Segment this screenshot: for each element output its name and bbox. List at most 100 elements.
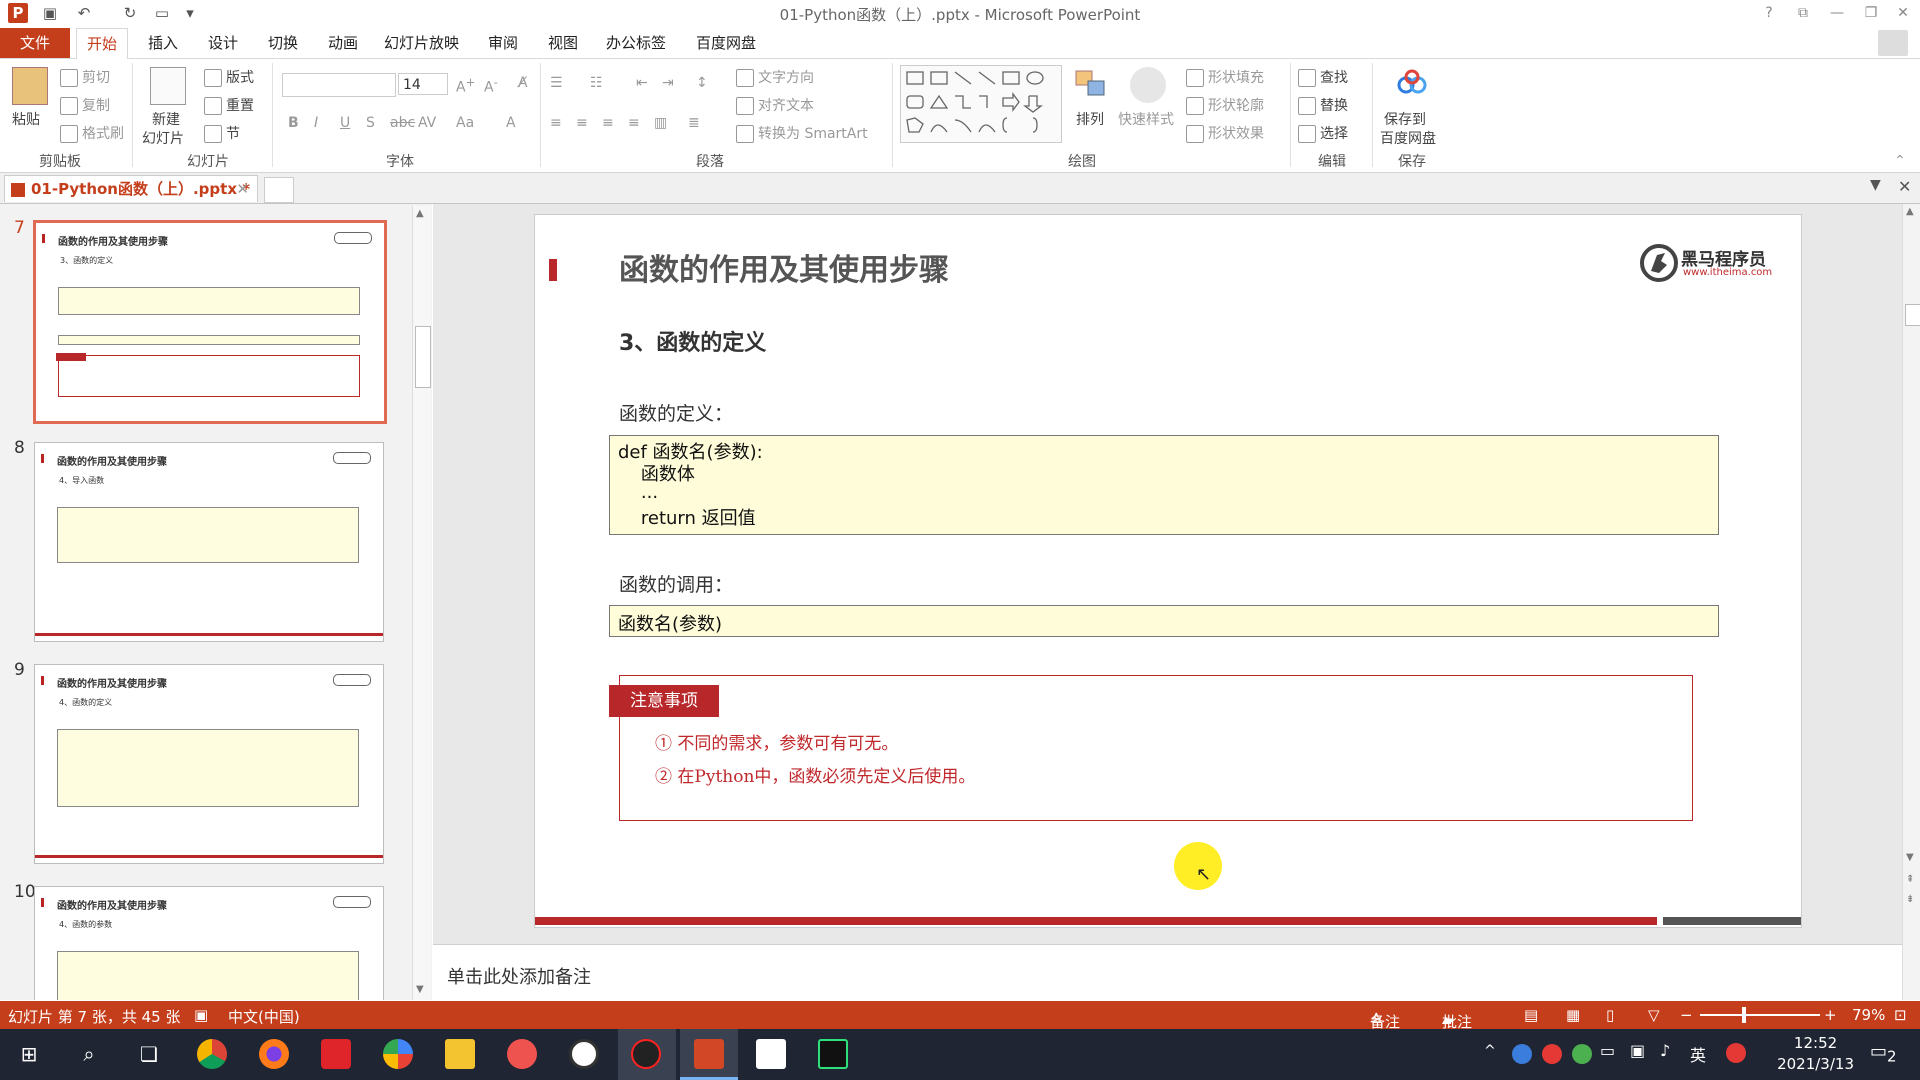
tab-slideshow[interactable]: 幻灯片放映 (374, 28, 469, 58)
new-slide-icon[interactable] (150, 67, 186, 105)
notes-placeholder[interactable]: 单击此处添加备注 (447, 963, 591, 989)
chrome-icon[interactable] (197, 1039, 227, 1069)
task-view-icon[interactable]: ❏ (120, 1029, 178, 1080)
font-name-combobox[interactable] (282, 73, 396, 97)
next-slide-icon[interactable]: ⇟ (1906, 894, 1914, 905)
fit-to-window-icon[interactable]: ⊡ (1894, 1006, 1907, 1024)
shapes-gallery[interactable] (900, 65, 1062, 143)
bullets-icon[interactable]: ☰ (550, 75, 563, 91)
document-tab[interactable]: 01-Python函数（上）.pptx * ✕ (4, 175, 258, 202)
ribbon-display-icon[interactable]: ⧉ (1788, 2, 1818, 24)
thumbnail-slide-9[interactable]: 函数的作用及其使用步骤 4、函数的定义 (34, 664, 384, 864)
select-button[interactable]: 选择 (1320, 126, 1348, 142)
layout-button[interactable]: 版式 (226, 70, 254, 86)
numbering-icon[interactable]: ☷ (590, 75, 603, 91)
language-indicator[interactable]: 中文(中国) (228, 1006, 300, 1027)
font-color-icon[interactable]: A (506, 115, 516, 131)
thumbnail-scroll-thumb[interactable] (415, 326, 431, 388)
restore-icon[interactable]: ❐ (1856, 2, 1886, 24)
shape-outline-button[interactable]: 形状轮廓 (1208, 98, 1264, 114)
windows-start-icon[interactable]: ⊞ (0, 1029, 58, 1080)
slideshow-view-icon[interactable]: ▽ (1648, 1006, 1660, 1024)
volume-icon[interactable]: ♪ (1660, 1041, 1670, 1060)
new-tab-button[interactable] (264, 177, 294, 203)
copy-button[interactable]: 复制 (82, 98, 110, 114)
text-direction-button[interactable]: 文字方向 (758, 70, 814, 86)
save-to-label-2[interactable]: 百度网盘 (1380, 128, 1436, 148)
close-tab-icon[interactable]: ✕ (236, 176, 249, 202)
increase-font-icon[interactable]: A+ (456, 75, 475, 96)
decrease-indent-icon[interactable]: ⇤ (636, 75, 648, 91)
previous-slide-icon[interactable]: ⇞ (1906, 874, 1914, 885)
italic-icon[interactable]: I (314, 115, 318, 131)
underline-icon[interactable]: U (340, 115, 350, 131)
call-code-box[interactable]: 函数名(参数) (609, 605, 1719, 637)
powerpoint-taskbar-icon[interactable] (694, 1039, 724, 1069)
obs-icon[interactable] (569, 1039, 599, 1069)
paragraph-more-icon[interactable]: ≣ (688, 115, 700, 131)
sogou-ime-icon[interactable] (1726, 1043, 1746, 1063)
scroll-up-icon[interactable]: ▲ (416, 208, 424, 219)
save-to-label-1[interactable]: 保存到 (1384, 109, 1426, 129)
arrange-button[interactable]: 排列 (1076, 109, 1104, 129)
bold-icon[interactable]: B (288, 115, 299, 131)
slide-title[interactable]: 函数的作用及其使用步骤 (619, 245, 949, 289)
justify-icon[interactable]: ≡ (628, 115, 640, 131)
char-spacing-icon[interactable]: AV (418, 115, 436, 131)
smartart-button[interactable]: 转换为 SmartArt (758, 126, 868, 142)
tab-transitions[interactable]: 切换 (258, 28, 308, 58)
note-title[interactable]: 注意事项 (609, 685, 719, 717)
file-explorer-icon[interactable] (445, 1039, 475, 1069)
line-spacing-icon[interactable]: ↕ (696, 75, 708, 91)
new-slide-label-2[interactable]: 幻灯片 (142, 128, 184, 148)
normal-view-icon[interactable]: ▤ (1524, 1006, 1538, 1024)
typora-icon[interactable] (756, 1039, 786, 1069)
align-right-icon[interactable]: ≡ (602, 115, 614, 131)
thumbnail-slide-8[interactable]: 函数的作用及其使用步骤 4、导入函数 (34, 442, 384, 642)
thumbnail-scrollbar[interactable]: ▲ ▼ (412, 206, 431, 1000)
notification-icon[interactable]: ▭2 (1870, 1041, 1897, 1066)
columns-icon[interactable]: ▥ (654, 115, 667, 131)
minimize-icon[interactable]: — (1822, 2, 1852, 24)
align-left-icon[interactable]: ≡ (550, 115, 562, 131)
zoom-slider-handle[interactable] (1742, 1007, 1746, 1023)
close-document-icon[interactable]: ✕ (1898, 177, 1911, 196)
decrease-font-icon[interactable]: A- (484, 75, 498, 96)
slide-scrollbar[interactable]: ▲ ▼ ⇞ ⇟ (1902, 204, 1920, 1000)
scroll-up-icon[interactable]: ▲ (1906, 206, 1914, 217)
find-button[interactable]: 查找 (1320, 70, 1348, 86)
system-clock[interactable]: 12:52 2021/3/13 (1777, 1033, 1854, 1075)
pycharm-icon[interactable] (818, 1039, 848, 1069)
screen-recorder-icon[interactable] (507, 1039, 537, 1069)
clear-format-icon[interactable]: A̸ (518, 75, 528, 91)
slide-canvas[interactable]: 函数的作用及其使用步骤 黑马程序员 www.itheima.com 3、函数的定… (534, 214, 1802, 928)
zoom-in-icon[interactable]: + (1824, 1006, 1837, 1024)
slide-subtitle[interactable]: 3、函数的定义 (619, 325, 766, 357)
shadow-icon[interactable]: S (366, 115, 375, 131)
network-icon[interactable]: ▣ (1630, 1041, 1645, 1060)
help-icon[interactable]: ? (1754, 2, 1784, 24)
replace-button[interactable]: 替换 (1320, 98, 1348, 114)
tray-app-icon[interactable] (1512, 1044, 1532, 1064)
search-icon[interactable]: ⌕ (60, 1029, 118, 1080)
zoom-out-icon[interactable]: − (1680, 1006, 1693, 1024)
cut-button[interactable]: 剪切 (82, 70, 110, 86)
battery-icon[interactable]: ▭ (1600, 1041, 1615, 1060)
paste-button[interactable]: 粘贴 (12, 109, 40, 129)
reading-view-icon[interactable]: ▯ (1606, 1006, 1614, 1024)
format-painter-button[interactable]: 格式刷 (82, 126, 124, 142)
slide-sorter-icon[interactable]: ▦ (1566, 1006, 1580, 1024)
user-avatar[interactable] (1878, 30, 1908, 56)
quick-styles-icon[interactable] (1130, 67, 1166, 103)
align-text-button[interactable]: 对齐文本 (758, 98, 814, 114)
tab-office-tabs[interactable]: 办公标签 (596, 28, 676, 58)
collapse-ribbon-icon[interactable]: ⌃ (1894, 153, 1906, 169)
font-size-combobox[interactable]: 14 (398, 73, 448, 95)
firefox-icon[interactable] (259, 1039, 289, 1069)
ime-indicator[interactable]: 英 (1690, 1042, 1706, 1066)
tab-list-icon[interactable]: ▼ (1870, 177, 1881, 193)
tray-record-icon[interactable] (1542, 1044, 1562, 1064)
tab-review[interactable]: 审阅 (478, 28, 528, 58)
definition-label[interactable]: 函数的定义： (619, 399, 733, 426)
tray-app-icon[interactable] (1572, 1044, 1592, 1064)
